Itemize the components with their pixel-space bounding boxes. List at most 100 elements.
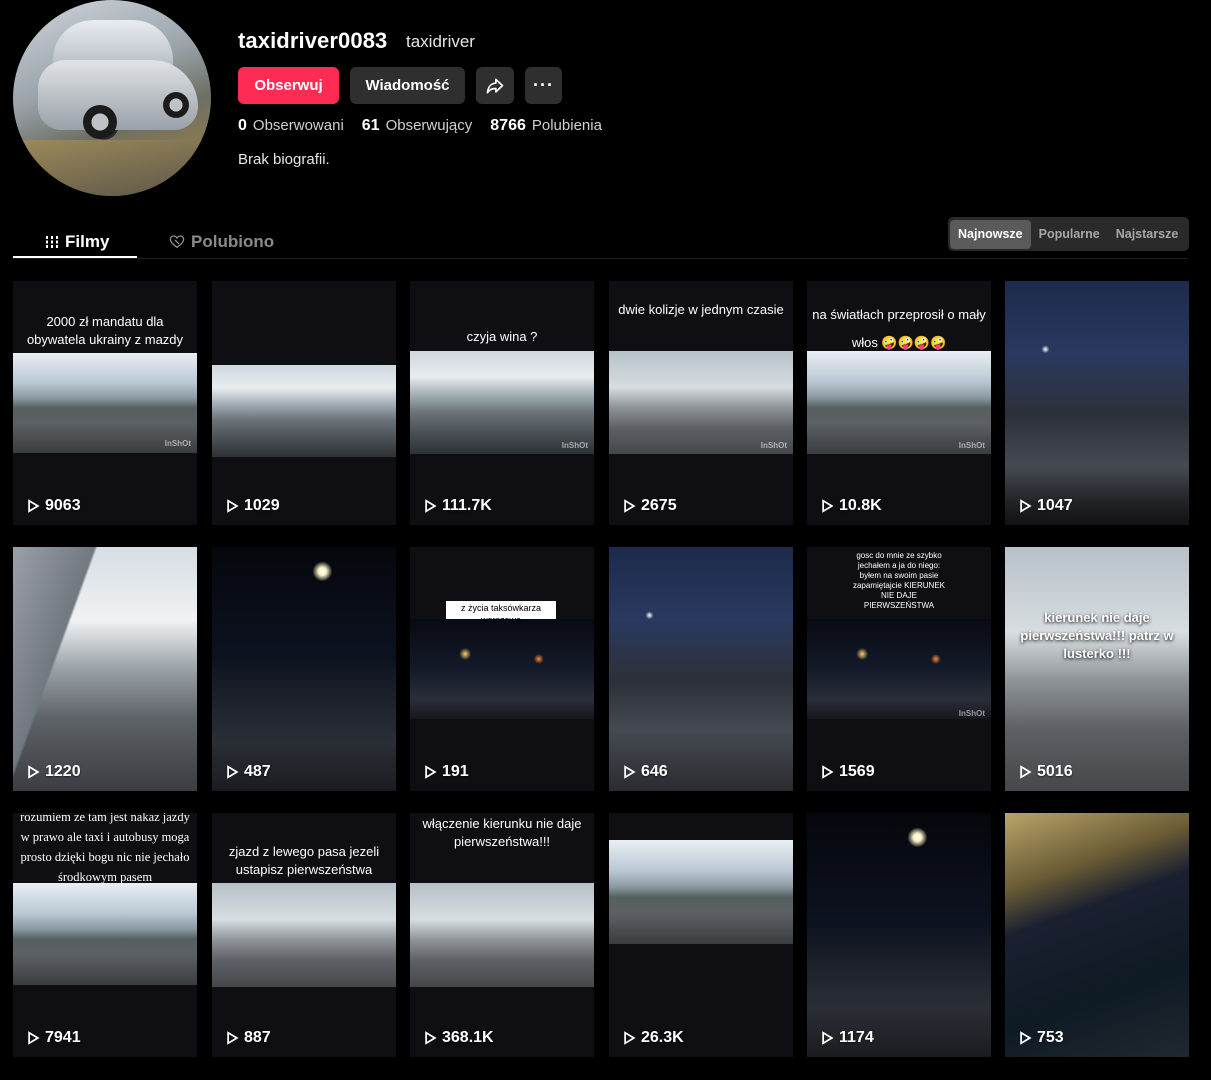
followers-stat[interactable]: 61 Obserwujący xyxy=(362,117,473,135)
view-count: 9063 xyxy=(27,497,81,515)
video-caption: gosc do mnie ze szybko jechałem a ja do … xyxy=(852,551,946,610)
view-count: 487 xyxy=(226,763,271,781)
video-thumbnail xyxy=(410,883,594,987)
play-icon xyxy=(425,1031,437,1045)
video-thumbnail xyxy=(410,619,594,719)
followers-label: Obserwujący xyxy=(385,117,473,134)
play-icon xyxy=(425,765,437,779)
view-count-value: 368.1K xyxy=(442,1029,494,1046)
video-watermark: InShOt xyxy=(760,441,787,450)
video-thumbnail xyxy=(1005,813,1189,1057)
tab-liked-label: Polubiono xyxy=(191,232,275,251)
follow-button[interactable]: Obserwuj xyxy=(238,67,339,104)
video-card[interactable]: czyja wina ? InShOt 111.7K xyxy=(410,281,594,525)
view-count-value: 1047 xyxy=(1037,497,1073,514)
following-stat[interactable]: 0 Obserwowani xyxy=(238,117,344,135)
video-card[interactable]: 1047 xyxy=(1005,281,1189,525)
view-count-value: 1220 xyxy=(45,763,81,780)
more-icon: ··· xyxy=(533,75,554,95)
video-card[interactable]: rozumiem ze tam jest nakaz jazdy w prawo… xyxy=(13,813,197,1057)
play-icon xyxy=(1020,499,1032,513)
heart-outline-icon xyxy=(169,235,185,249)
tab-videos[interactable]: Filmy xyxy=(45,226,109,258)
view-count-value: 5016 xyxy=(1037,763,1073,780)
view-count-value: 26.3K xyxy=(641,1029,684,1046)
likes-stat: 8766 Polubienia xyxy=(490,117,602,135)
share-icon xyxy=(486,78,504,93)
video-thumbnail xyxy=(212,547,396,791)
view-count: 887 xyxy=(226,1029,271,1047)
view-count: 1569 xyxy=(821,763,875,781)
video-card[interactable]: włączenie kierunku nie daje pierwszeństw… xyxy=(410,813,594,1057)
profile-stats: 0 Obserwowani 61 Obserwujący 8766 Polubieni… xyxy=(238,117,602,135)
view-count: 2675 xyxy=(623,497,677,515)
video-watermark: InShOt xyxy=(958,441,985,450)
following-count: 0 xyxy=(238,117,247,134)
video-card[interactable]: zjazd z lewego pasa jezeli ustapisz pier… xyxy=(212,813,396,1057)
view-count-value: 1029 xyxy=(244,497,280,514)
video-card[interactable]: 487 xyxy=(212,547,396,791)
username: taxidriver0083 xyxy=(238,28,388,53)
view-count: 1174 xyxy=(821,1029,874,1047)
video-thumbnail xyxy=(609,547,793,791)
tab-divider xyxy=(13,258,1188,259)
video-thumbnail xyxy=(212,365,396,457)
video-card[interactable]: na światłach przeprosił o mały włos 🤪🤪🤪🤪… xyxy=(807,281,991,525)
video-card[interactable]: 646 xyxy=(609,547,793,791)
video-caption: czyja wina ? xyxy=(466,329,538,344)
video-thumbnail xyxy=(410,351,594,454)
video-card[interactable]: kierunek nie daje pierwszeństwa!!! patrz… xyxy=(1005,547,1189,791)
view-count: 1220 xyxy=(27,763,81,781)
view-count-value: 9063 xyxy=(45,497,81,514)
play-icon xyxy=(1020,765,1032,779)
view-count: 1029 xyxy=(226,497,280,515)
play-icon xyxy=(227,499,239,513)
video-thumbnail xyxy=(13,353,197,453)
play-icon xyxy=(227,765,239,779)
following-label: Obserwowani xyxy=(252,117,344,134)
video-caption: rozumiem ze tam jest nakaz jazdy w prawo… xyxy=(20,813,190,884)
view-count: 646 xyxy=(623,763,668,781)
play-icon xyxy=(425,499,437,513)
video-caption: włączenie kierunku nie daje pierwszeństw… xyxy=(422,816,582,849)
video-card[interactable]: dwie kolizje w jednym czasie InShOt 2675 xyxy=(609,281,793,525)
view-count-value: 1569 xyxy=(839,763,875,780)
sort-toggle: Najnowsze Popularne Najstarsze xyxy=(948,217,1189,251)
play-icon xyxy=(624,765,636,779)
video-thumbnail xyxy=(212,883,396,987)
play-icon xyxy=(822,499,834,513)
likes-count: 8766 xyxy=(490,117,526,134)
tab-liked[interactable]: Polubiono xyxy=(169,226,274,258)
video-card[interactable]: 26.3K xyxy=(609,813,793,1057)
view-count-value: 2675 xyxy=(641,497,677,514)
video-card[interactable]: 1174 xyxy=(807,813,991,1057)
play-icon xyxy=(624,499,636,513)
video-thumbnail xyxy=(807,619,991,719)
video-thumbnail xyxy=(807,351,991,454)
bio: Brak biografii. xyxy=(238,151,330,168)
sort-newest[interactable]: Najnowsze xyxy=(950,219,1031,249)
video-thumbnail xyxy=(1005,281,1189,525)
view-count-value: 887 xyxy=(244,1029,271,1046)
video-card[interactable]: 1029 xyxy=(212,281,396,525)
view-count: 111.7K xyxy=(424,497,492,515)
message-button[interactable]: Wiadomość xyxy=(350,67,465,104)
more-button[interactable]: ··· xyxy=(525,67,562,104)
video-card[interactable]: 753 xyxy=(1005,813,1189,1057)
avatar xyxy=(13,0,211,196)
video-card[interactable]: 2000 zł mandatu dla obywatela ukrainy z … xyxy=(13,281,197,525)
view-count: 753 xyxy=(1019,1029,1064,1047)
view-count-value: 111.7K xyxy=(442,497,492,514)
video-caption: dwie kolizje w jednym czasie xyxy=(618,302,784,317)
video-card[interactable]: z życia taksówkarza warszawa 191 xyxy=(410,547,594,791)
view-count-value: 646 xyxy=(641,763,668,780)
play-icon xyxy=(822,1031,834,1045)
video-card[interactable]: gosc do mnie ze szybko jechałem a ja do … xyxy=(807,547,991,791)
sort-popular[interactable]: Popularne xyxy=(1031,220,1108,249)
share-button[interactable] xyxy=(476,67,514,104)
sort-oldest[interactable]: Najstarsze xyxy=(1108,220,1187,249)
video-thumbnail xyxy=(13,547,197,791)
video-card[interactable]: 1220 xyxy=(13,547,197,791)
view-count-value: 487 xyxy=(244,763,271,780)
nickname: taxidriver xyxy=(406,32,475,51)
